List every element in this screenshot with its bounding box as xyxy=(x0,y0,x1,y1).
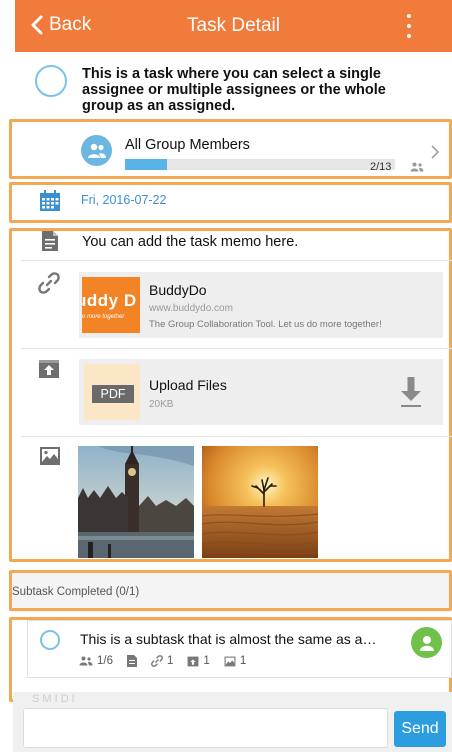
message-input[interactable] xyxy=(23,708,388,748)
subtask-title: This is a subtask that is almost the sam… xyxy=(80,631,377,647)
image-icon xyxy=(40,447,60,465)
link-preview-card[interactable]: uddy D o more together BuddyDo www.buddy… xyxy=(79,272,443,338)
image-icon xyxy=(224,656,236,666)
assignee-label[interactable]: All Group Members xyxy=(125,137,250,153)
task-memo: You can add the task memo here. xyxy=(82,234,299,250)
link-icon xyxy=(151,655,163,667)
divider xyxy=(21,348,452,349)
assignee-progress-fill xyxy=(125,159,167,170)
subtask-image-count: 1 xyxy=(239,655,247,667)
subtask-meta: 1/6 1 1 1 xyxy=(79,655,246,667)
london-big-ben-photo[interactable] xyxy=(78,446,194,558)
download-icon[interactable] xyxy=(401,376,421,408)
subtask-file-count: 1 xyxy=(203,655,210,667)
send-button[interactable]: Send xyxy=(394,711,446,747)
app-header: Back Task Detail xyxy=(15,0,452,52)
file-name: Upload Files xyxy=(149,377,227,393)
task-complete-checkbox[interactable] xyxy=(35,65,67,97)
due-date[interactable]: Fri, 2016-07-22 xyxy=(81,193,166,207)
link-icon xyxy=(38,272,60,294)
task-title: This is a task where you can select a si… xyxy=(82,66,386,114)
memo-icon xyxy=(42,231,58,251)
chevron-right-icon[interactable] xyxy=(430,144,440,160)
subtask-completed-count: Subtask Completed (0/1) xyxy=(12,586,140,598)
assignee-avatar-icon xyxy=(411,627,442,658)
link-title: BuddyDo xyxy=(149,282,207,298)
more-menu-icon[interactable] xyxy=(406,14,412,38)
upload-file-icon xyxy=(39,360,59,378)
file-attachment-card[interactable]: PDF Upload Files 20KB xyxy=(79,359,443,425)
people-icon xyxy=(410,162,424,172)
pdf-file-icon: PDF xyxy=(84,364,140,420)
group-avatar-icon xyxy=(81,135,112,166)
desert-tree-sunset-photo[interactable] xyxy=(202,446,318,558)
highlight-box-date xyxy=(9,182,452,223)
subtask-item[interactable]: This is a subtask that is almost the sam… xyxy=(27,620,452,678)
file-size: 20KB xyxy=(149,399,174,410)
people-icon xyxy=(79,656,93,666)
upload-file-icon xyxy=(187,656,199,666)
page-title: Task Detail xyxy=(187,15,280,36)
footer-hint-text: S M I D l xyxy=(32,693,75,705)
calendar-icon xyxy=(40,190,60,211)
assignee-progress-bar xyxy=(125,159,395,170)
link-url: www.buddydo.com xyxy=(149,303,233,314)
subtask-link-count: 1 xyxy=(167,655,174,667)
buddydo-logo-thumbnail: uddy D o more together xyxy=(82,277,140,333)
link-description: The Group Collaboration Tool. Let us do … xyxy=(149,319,382,330)
subtask-checkbox[interactable] xyxy=(40,630,60,650)
divider xyxy=(21,260,452,261)
divider xyxy=(21,436,452,437)
assignee-progress-text: 2/13 xyxy=(370,161,392,173)
memo-icon xyxy=(127,655,137,667)
subtask-assignee-count: 1/6 xyxy=(97,655,113,667)
